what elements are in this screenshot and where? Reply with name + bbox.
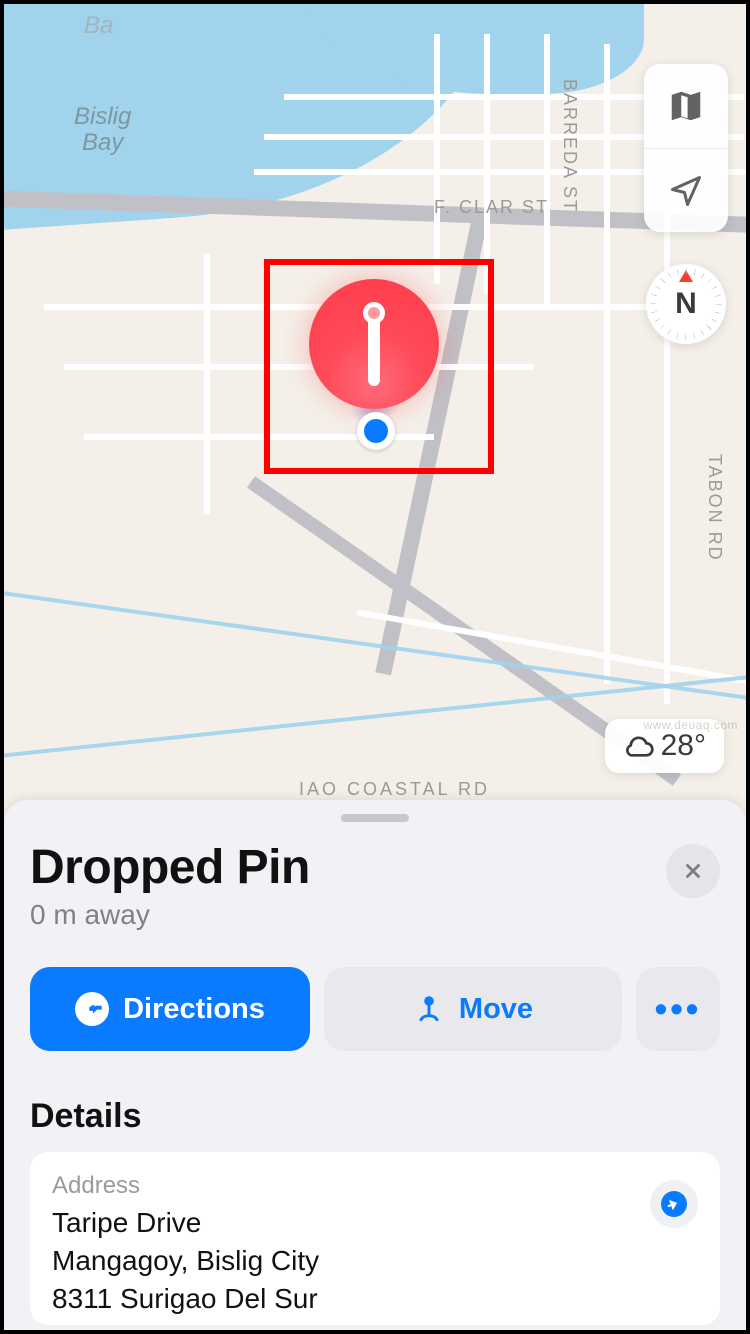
action-row: Directions Move ••• — [30, 967, 720, 1051]
sheet-title: Dropped Pin — [30, 840, 310, 895]
address-card: Address Taripe Drive Mangagoy, Bislig Ci… — [30, 1152, 720, 1325]
address-label: Address — [52, 1172, 319, 1200]
move-pin-icon — [413, 993, 445, 1025]
cloud-icon — [623, 730, 655, 762]
road — [484, 34, 490, 294]
road — [357, 609, 746, 684]
street-label-coastal: IAO COASTAL RD — [299, 779, 490, 800]
map-bay-label: Bislig Bay — [74, 104, 131, 157]
map-mode-button[interactable] — [644, 64, 728, 148]
label-text: Bay — [82, 129, 123, 156]
address-line: 8311 Surigao Del Sur — [52, 1280, 319, 1318]
share-arrow-icon — [661, 1191, 687, 1217]
annotation-highlight-box — [264, 259, 494, 474]
road — [604, 44, 610, 684]
address-line: Taripe Drive — [52, 1204, 319, 1242]
location-sheet[interactable]: Dropped Pin 0 m away Directions Move •••… — [4, 800, 746, 1330]
details-heading: Details — [30, 1097, 720, 1136]
sheet-grabber[interactable] — [341, 814, 409, 822]
map-icon — [667, 87, 705, 125]
map-area-label: Ba — [84, 12, 113, 40]
locate-me-button[interactable] — [644, 148, 728, 232]
road — [434, 34, 440, 284]
map-canvas[interactable]: Ba Bislig Bay BARREDA ST F. CLAR ST TABO… — [4, 4, 746, 834]
more-button[interactable]: ••• — [636, 967, 720, 1051]
directions-label: Directions — [123, 993, 265, 1026]
close-icon — [682, 860, 704, 882]
map-controls — [644, 64, 728, 232]
river — [4, 590, 746, 701]
street-label-fclar: F. CLAR ST — [434, 197, 549, 218]
sheet-header: Dropped Pin 0 m away — [30, 840, 720, 931]
directions-button[interactable]: Directions — [30, 967, 310, 1051]
compass-button[interactable]: N — [646, 264, 726, 344]
share-address-button[interactable] — [650, 1180, 698, 1228]
close-button[interactable] — [666, 844, 720, 898]
compass-ticks — [650, 268, 722, 340]
location-arrow-icon — [668, 173, 704, 209]
label-text: Bislig — [74, 103, 131, 130]
directions-icon — [75, 992, 109, 1026]
address-value: Taripe Drive Mangagoy, Bislig City 8311 … — [52, 1204, 319, 1317]
road — [544, 34, 550, 304]
weather-temp: 28° — [661, 729, 706, 763]
sheet-distance: 0 m away — [30, 899, 310, 931]
move-pin-button[interactable]: Move — [324, 967, 622, 1051]
street-label-tabon: TABON RD — [704, 454, 725, 562]
address-line: Mangagoy, Bislig City — [52, 1242, 319, 1280]
watermark: www.deuaq.com — [643, 718, 738, 732]
street-label-barreda: BARREDA ST — [559, 79, 580, 213]
ellipsis-icon: ••• — [655, 988, 702, 1030]
road — [204, 254, 210, 514]
move-label: Move — [459, 993, 533, 1026]
